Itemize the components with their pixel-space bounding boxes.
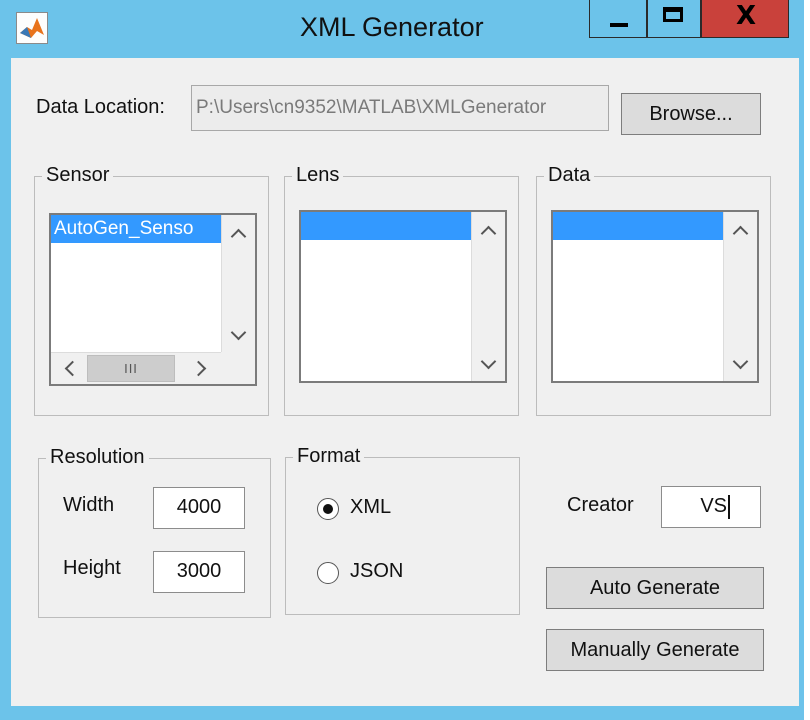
scrollbar-thumb[interactable]: III [87, 355, 175, 382]
scroll-right-button[interactable] [185, 353, 217, 384]
maximize-button[interactable] [647, 0, 701, 38]
radio-json-label[interactable]: JSON [350, 560, 403, 583]
chevron-up-icon [230, 228, 247, 244]
close-button[interactable]: X [701, 0, 789, 38]
scroll-up-button[interactable] [472, 214, 505, 246]
dialog-client-area: Data Location: P:\Users\cn9352\MATLAB\XM… [11, 58, 799, 706]
chevron-up-icon [732, 225, 749, 241]
sensor-listbox[interactable]: AutoGen_Senso III [49, 213, 257, 386]
data-vertical-scrollbar[interactable] [723, 212, 757, 381]
manually-generate-button[interactable]: Manually Generate [546, 629, 764, 671]
scroll-down-button[interactable] [724, 348, 757, 380]
auto-generate-button[interactable]: Auto Generate [546, 567, 764, 609]
scroll-down-button[interactable] [472, 348, 505, 380]
chevron-right-icon [190, 360, 206, 377]
lens-selected-item[interactable] [301, 212, 471, 240]
width-label: Width [63, 494, 115, 516]
data-location-label: Data Location: [36, 96, 165, 118]
title-bar[interactable]: XML Generator X [0, 0, 804, 58]
height-input[interactable]: 3000 [153, 551, 245, 593]
maximize-icon [663, 7, 683, 22]
chevron-up-icon [480, 225, 497, 241]
radio-xml-label[interactable]: XML [350, 496, 391, 519]
data-selected-item[interactable] [553, 212, 723, 240]
scroll-up-button[interactable] [222, 217, 255, 249]
height-label: Height [63, 557, 121, 579]
creator-value: VS [700, 495, 727, 517]
window-title: XML Generator [300, 12, 484, 42]
lens-group: Lens [284, 164, 519, 416]
lens-group-title: Lens [292, 164, 344, 187]
chevron-down-icon [480, 353, 497, 369]
format-group: Format XML JSON [285, 445, 520, 615]
radio-selected-dot [323, 504, 333, 514]
chevron-down-icon [732, 353, 749, 369]
scroll-up-button[interactable] [724, 214, 757, 246]
creator-input[interactable]: VS [661, 486, 761, 528]
matlab-icon [16, 12, 48, 44]
sensor-list-item[interactable]: AutoGen_Senso [51, 215, 221, 243]
close-icon: X [735, 1, 757, 31]
lens-listbox[interactable] [299, 210, 507, 383]
scroll-left-button[interactable] [53, 353, 85, 384]
chevron-left-icon [64, 360, 80, 377]
minimize-icon [610, 23, 628, 27]
scroll-down-button[interactable] [222, 319, 255, 351]
lens-vertical-scrollbar[interactable] [471, 212, 505, 381]
text-caret [728, 494, 730, 519]
resolution-group: Resolution Width 4000 Height 3000 [38, 446, 271, 618]
data-group-title: Data [544, 164, 595, 187]
sensor-horizontal-scrollbar[interactable]: III [51, 352, 221, 384]
width-input[interactable]: 4000 [153, 487, 245, 529]
radio-json[interactable] [317, 562, 339, 584]
browse-button[interactable]: Browse... [621, 93, 761, 135]
sensor-group: Sensor AutoGen_Senso III [34, 164, 269, 416]
data-group: Data [536, 164, 771, 416]
sensor-vertical-scrollbar[interactable] [221, 215, 255, 352]
data-listbox[interactable] [551, 210, 759, 383]
sensor-group-title: Sensor [42, 164, 114, 187]
format-group-title: Format [293, 445, 365, 468]
chevron-down-icon [230, 324, 247, 340]
scrollbar-corner [221, 352, 255, 384]
data-location-field[interactable]: P:\Users\cn9352\MATLAB\XMLGenerator [191, 85, 609, 131]
app-window: XML Generator X Data Location: P:\Users\… [0, 0, 804, 720]
creator-label: Creator [567, 494, 634, 516]
resolution-group-title: Resolution [46, 446, 149, 469]
radio-xml[interactable] [317, 498, 339, 520]
minimize-button[interactable] [589, 0, 647, 38]
